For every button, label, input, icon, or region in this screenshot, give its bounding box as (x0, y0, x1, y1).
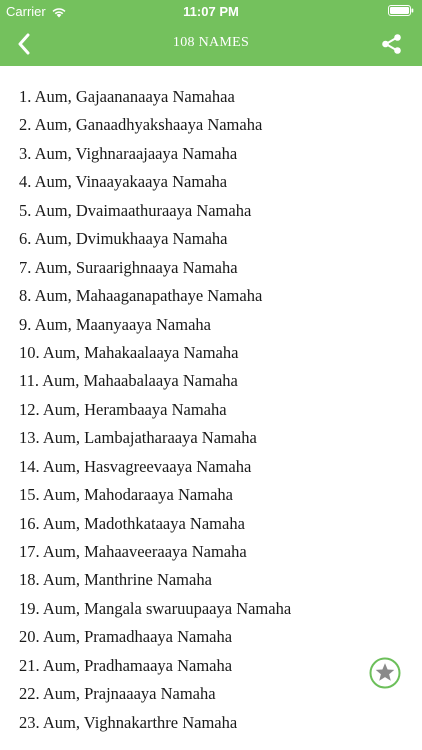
list-item[interactable]: 2. Aum, Ganaadhyakshaaya Namaha (0, 111, 422, 139)
battery-icon (388, 5, 414, 16)
share-button[interactable] (380, 32, 404, 56)
list-item[interactable]: 17. Aum, Mahaaveeraaya Namaha (0, 538, 422, 566)
list-item[interactable]: 14. Aum, Hasvagreevaaya Namaha (0, 453, 422, 481)
list-item[interactable]: 16. Aum, Madothkataaya Namaha (0, 510, 422, 538)
list-item[interactable]: 20. Aum, Pramadhaaya Namaha (0, 623, 422, 651)
page-title: 108 NAMES (172, 35, 250, 50)
list-item[interactable]: 4. Aum, Vinaayakaaya Namaha (0, 168, 422, 196)
list-item[interactable]: 10. Aum, Mahakaalaaya Namaha (0, 339, 422, 367)
status-bar: Carrier 11:07 PM (0, 0, 422, 22)
list-item[interactable]: 11. Aum, Mahaabalaaya Namaha (0, 367, 422, 395)
share-icon (382, 34, 401, 54)
status-time: 11:07 PM (183, 4, 239, 19)
list-item[interactable]: 9. Aum, Maanyaaya Namaha (0, 311, 422, 339)
list-item[interactable]: 1. Aum, Gajaananaaya Namahaa (0, 83, 422, 111)
list-item[interactable]: 3. Aum, Vighnaraajaaya Namaha (0, 140, 422, 168)
list-item[interactable]: 5. Aum, Dvaimaathuraaya Namaha (0, 197, 422, 225)
list-item[interactable]: 22. Aum, Prajnaaaya Namaha (0, 680, 422, 708)
list-item[interactable]: 21. Aum, Pradhamaaya Namaha (0, 652, 422, 680)
list-item[interactable]: 6. Aum, Dvimukhaaya Namaha (0, 225, 422, 253)
list-item[interactable]: 23. Aum, Vighnakarthre Namaha (0, 709, 422, 737)
list-item[interactable]: 7. Aum, Suraarighnaaya Namaha (0, 254, 422, 282)
list-item[interactable]: 13. Aum, Lambajatharaaya Namaha (0, 424, 422, 452)
list-item[interactable]: 12. Aum, Herambaaya Namaha (0, 396, 422, 424)
list-item[interactable]: 15. Aum, Mahodaraaya Namaha (0, 481, 422, 509)
list-item[interactable]: 19. Aum, Mangala swaruupaaya Namaha (0, 595, 422, 623)
names-list[interactable]: 1. Aum, Gajaananaaya Namahaa 2. Aum, Gana… (0, 66, 422, 750)
list-item[interactable]: 18. Aum, Manthrine Namaha (0, 566, 422, 594)
favorite-button[interactable] (369, 657, 401, 689)
navigation-bar: 108 NAMES (0, 22, 422, 66)
list-item[interactable]: 8. Aum, Mahaaganapathaye Namaha (0, 282, 422, 310)
